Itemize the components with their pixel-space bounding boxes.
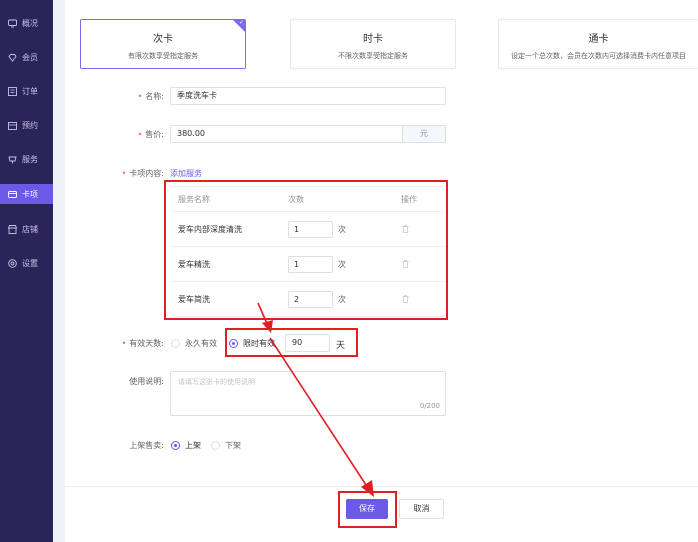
- annotation-box-validity: [225, 328, 358, 357]
- sidebar-item-members[interactable]: 会员: [0, 47, 53, 67]
- sidebar-item-label: 店铺: [22, 224, 38, 234]
- card-type-desc: 不限次数享受指定服务: [338, 52, 408, 60]
- card-type-title: 时卡: [363, 34, 383, 45]
- radio-permanent[interactable]: 永久有效: [171, 338, 217, 349]
- check-icon: ✓: [238, 19, 244, 26]
- sidebar-item-label: 订单: [22, 86, 38, 96]
- service-icon: [8, 155, 17, 164]
- usage-textarea[interactable]: 请填写这张卡的使用说明 0/200: [170, 371, 446, 416]
- price-input[interactable]: 380.00: [170, 125, 403, 143]
- add-service-link[interactable]: 添加服务: [170, 168, 202, 179]
- validity-label: • 有效天数:: [121, 339, 164, 348]
- card-icon: [8, 190, 17, 199]
- name-input[interactable]: 季度洗车卡: [170, 87, 446, 105]
- sidebar-item-appointments[interactable]: 预约: [0, 115, 53, 135]
- radio-checked-icon: [171, 441, 180, 450]
- sidebar-item-shop[interactable]: 店铺: [0, 219, 53, 239]
- sidebar-item-label: 卡项: [22, 189, 38, 199]
- sidebar-item-orders[interactable]: 订单: [0, 81, 53, 101]
- footer-divider: [65, 486, 698, 487]
- card-type-times[interactable]: ✓ 次卡 有限次数享受指定服务: [80, 19, 246, 69]
- sidebar-item-label: 预约: [22, 120, 38, 130]
- monitor-icon: [8, 19, 17, 28]
- sidebar: 概况 会员 订单 预约 服务 卡项 店铺 设置: [0, 0, 53, 542]
- calendar-icon: [8, 121, 17, 130]
- name-label: • 名称:: [137, 92, 164, 101]
- cancel-button[interactable]: 取消: [399, 499, 444, 519]
- shop-icon: [8, 224, 17, 234]
- card-type-time[interactable]: 时卡 不限次数享受指定服务: [290, 19, 456, 69]
- card-type-universal[interactable]: 通卡 设定一个总次数，会员在次数内可选择消费卡内任意项目: [498, 19, 698, 69]
- card-type-title: 通卡: [588, 34, 609, 45]
- usage-label: 使用说明:: [129, 377, 164, 386]
- radio-shelf-off[interactable]: 下架: [211, 440, 241, 451]
- price-label: • 售价:: [137, 130, 164, 139]
- annotation-box-table: [164, 180, 448, 320]
- list-icon: [8, 86, 17, 96]
- diamond-icon: [8, 53, 17, 62]
- radio-icon: [171, 339, 180, 348]
- sidebar-item-label: 设置: [22, 258, 38, 268]
- radio-icon: [211, 441, 220, 450]
- shelf-label: 上架售卖:: [129, 441, 164, 450]
- radio-shelf-on[interactable]: 上架: [171, 440, 201, 451]
- sidebar-item-label: 服务: [22, 154, 38, 164]
- annotation-box-save: [338, 491, 397, 528]
- card-type-desc: 有限次数享受指定服务: [128, 52, 198, 60]
- sidebar-item-label: 会员: [22, 52, 38, 62]
- sidebar-item-services[interactable]: 服务: [0, 149, 53, 169]
- card-type-desc: 设定一个总次数，会员在次数内可选择消费卡内任意项目: [511, 52, 686, 60]
- sidebar-item-label: 概况: [22, 18, 38, 28]
- usage-counter: 0/200: [419, 402, 440, 410]
- price-unit: 元: [403, 125, 446, 143]
- usage-placeholder: 请填写这张卡的使用说明: [178, 378, 255, 386]
- sidebar-item-cards[interactable]: 卡项: [0, 184, 53, 204]
- sidebar-item-overview[interactable]: 概况: [0, 13, 53, 33]
- content-label: • 卡项内容:: [121, 169, 164, 178]
- card-type-title: 次卡: [153, 34, 173, 45]
- settings-icon: [8, 258, 17, 268]
- sidebar-item-settings[interactable]: 设置: [0, 253, 53, 273]
